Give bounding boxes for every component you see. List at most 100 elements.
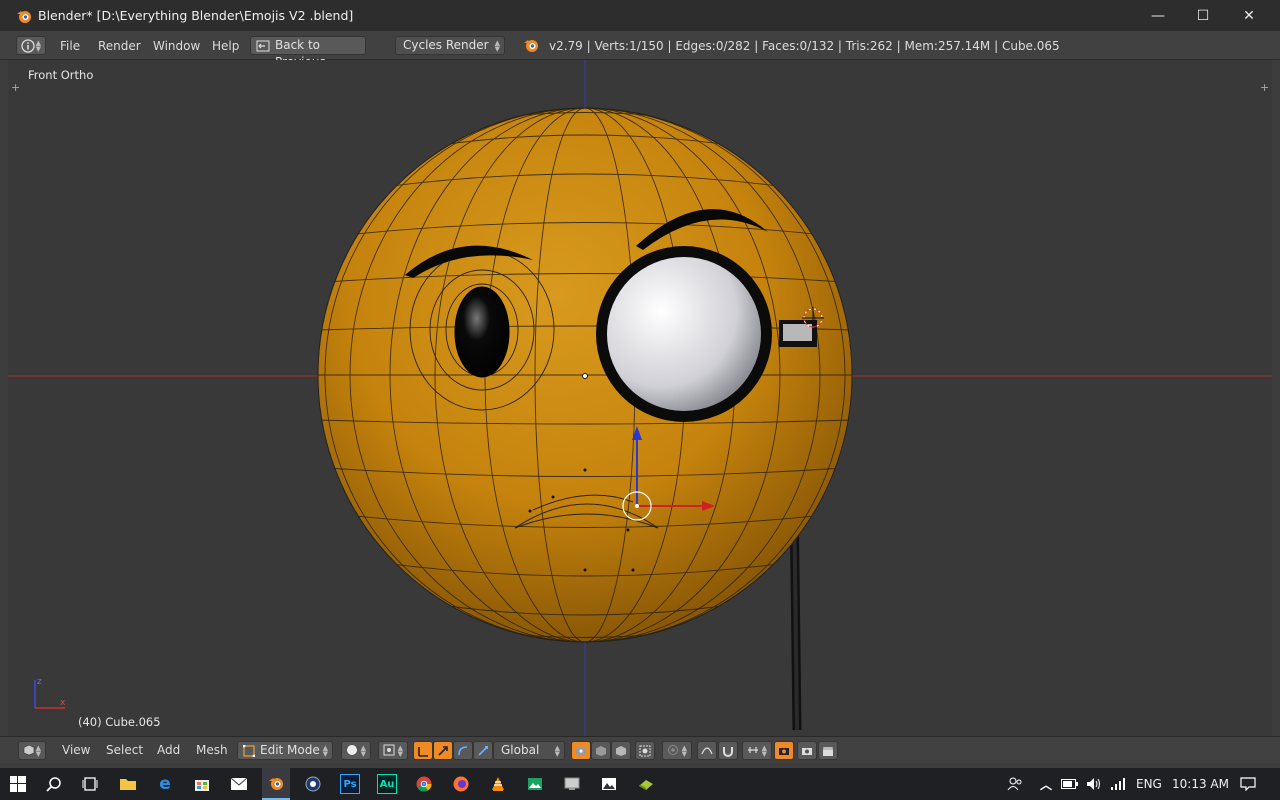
chevron-updown-icon: ▲ ▼ [554,744,560,758]
audition-icon: Au [379,778,395,790]
3d-view-header: ▲ ▼ View Select Add Mesh Edit Mode ▲ ▼ ▲ ▼ … [0,736,1280,763]
network-tray-icon[interactable] [1108,774,1128,794]
menu-window[interactable]: Window [153,36,200,56]
taskbar-app-file-explorer[interactable] [118,774,138,794]
snap-increment-icon [748,747,758,753]
chevron-up-icon: ︿ [1039,777,1052,792]
proportional-edit-icon [668,745,678,755]
cinema4d-icon [305,776,321,792]
blender-logo-icon [524,40,538,52]
edge-select-icon [596,745,606,756]
chevron-updown-icon: ▲ ▼ [322,744,328,758]
notification-icon [1240,777,1256,791]
solid-shading-icon [347,745,357,755]
input-language-indicator[interactable]: ENG [1136,777,1162,791]
taskbar-app-vlc[interactable] [488,774,508,794]
taskbar-app-mail[interactable] [229,774,249,794]
taskbar-app-store[interactable] [192,774,212,794]
maximize-button[interactable]: ☐ [1180,0,1226,31]
translate-manipulator-button[interactable] [433,741,453,760]
taskbar-app-android[interactable] [636,774,656,794]
viewport-canvas[interactable]: + + z x [8,60,1272,736]
taskbar-app-audition[interactable]: Au [377,774,397,794]
properties-expander-icon[interactable]: + [1260,81,1269,94]
menu-mesh[interactable]: Mesh [196,740,228,760]
viewport-shading-select[interactable]: ▲ ▼ [341,741,371,760]
left-eye [454,286,510,378]
opengl-render-image-button[interactable] [797,741,817,760]
search-button[interactable] [44,774,64,794]
menu-view[interactable]: View [62,740,90,760]
svg-text:x: x [60,698,66,708]
opengl-render-animation-button[interactable] [818,741,838,760]
manipulator-toggle[interactable] [413,741,433,760]
scale-manipulator-button[interactable] [473,741,493,760]
falloff-curve-icon [701,747,713,755]
snap-toggle-button[interactable] [718,741,738,760]
android-icon [639,780,653,790]
search-icon [46,777,61,792]
move-arrow-icon [438,745,448,756]
pivot-icon [383,744,395,756]
edge-select-mode-button[interactable] [591,741,611,760]
menu-select[interactable]: Select [106,740,143,760]
snap-element-select[interactable]: ▲ ▼ [742,741,772,760]
rotate-arc-icon [458,745,468,755]
taskbar-app-photos[interactable] [525,774,545,794]
taskbar-app-image-viewer[interactable] [599,774,619,794]
task-view-button[interactable] [80,774,100,794]
menu-help[interactable]: Help [212,36,239,56]
chevron-updown-icon: ▲ ▼ [35,744,41,758]
view-name-label: Front Ortho [28,68,94,82]
limit-selection-visible-button[interactable] [635,741,655,760]
taskbar-app-photoshop[interactable]: Ps [340,774,360,794]
toolshelf-expander-icon[interactable]: + [11,81,20,94]
proportional-editing-select[interactable]: ▲ ▼ [662,741,692,760]
cube-icon [23,744,35,756]
edge-icon: e [159,774,171,794]
taskbar-app-remote[interactable] [562,774,582,794]
folder-icon [120,779,136,790]
render-preview-button[interactable] [774,741,794,760]
taskbar-app-cinema4d[interactable] [303,774,323,794]
start-button[interactable] [8,774,28,794]
back-arrow-icon [256,40,270,52]
photos-icon [528,778,542,790]
chevron-updown-icon: ▲ ▼ [494,39,500,53]
transform-orientation-select[interactable]: Global ▲ ▼ [493,741,565,760]
people-button[interactable] [1005,774,1025,794]
people-icon [1007,777,1022,791]
show-hidden-icons-button[interactable]: ︿ [1036,774,1056,794]
limit-visible-icon [639,745,651,756]
editor-type-selector[interactable]: ▲ ▼ [16,36,46,55]
minimize-button[interactable]: — [1135,0,1181,31]
taskbar-app-firefox[interactable] [451,774,471,794]
back-to-previous-button[interactable]: Back to Previous [250,36,366,69]
orientation-label: Global [501,743,540,757]
title-bar: Blender* [D:\Everything Blender\Emojis V… [0,0,1280,31]
battery-tray-icon[interactable] [1060,774,1080,794]
info-header: ▲▼ File Render Window Help Back to Previ… [0,31,1280,69]
taskbar-app-edge[interactable]: e [155,774,175,794]
close-button[interactable]: ✕ [1226,0,1272,31]
render-engine-select[interactable]: Cycles Render ▲ ▼ [395,36,505,55]
pivot-point-select[interactable]: ▲ ▼ [378,741,408,760]
system-clock[interactable]: 10:13 AM [1172,777,1229,791]
face-select-icon [616,745,626,756]
volume-tray-icon[interactable] [1084,774,1104,794]
action-center-button[interactable] [1238,774,1258,794]
taskbar-app-blender[interactable] [262,768,290,800]
store-icon [195,780,209,791]
editor-type-selector[interactable]: ▲ ▼ [18,741,46,760]
vertex-select-mode-button[interactable] [571,741,591,760]
menu-file[interactable]: File [60,36,80,56]
proportional-falloff-select[interactable] [697,741,717,760]
menu-add[interactable]: Add [157,740,180,760]
face-select-mode-button[interactable] [611,741,631,760]
rotate-manipulator-button[interactable] [453,741,473,760]
window-title: Blender* [D:\Everything Blender\Emojis V… [38,8,354,23]
interaction-mode-select[interactable]: Edit Mode ▲ ▼ [237,741,333,760]
3d-viewport[interactable]: + + z x Front Ortho (40) Cube.065 [8,60,1272,736]
menu-render[interactable]: Render [98,36,141,56]
taskbar-app-chrome[interactable] [414,774,434,794]
